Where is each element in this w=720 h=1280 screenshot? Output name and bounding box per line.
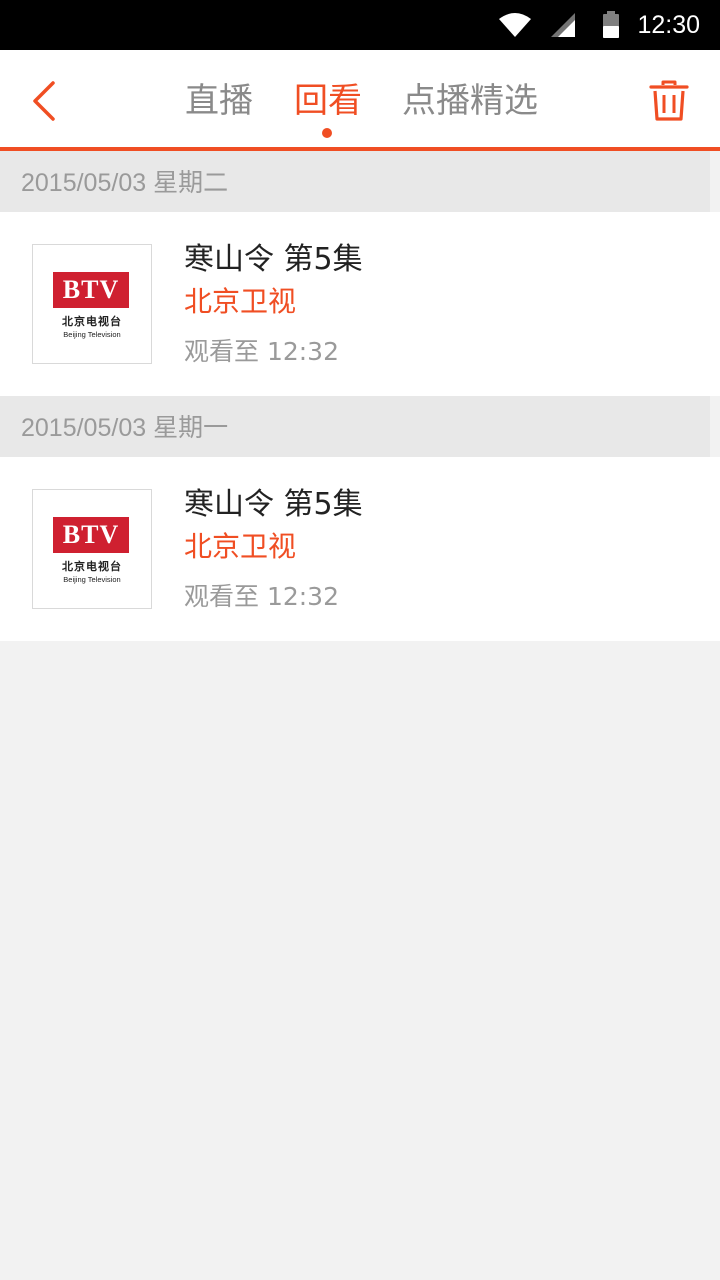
trash-icon: [649, 80, 689, 121]
cell-signal-icon: [550, 0, 576, 50]
replay-history-list: 2015/05/03 星期二 BTV 北京电视台 Beijing Televis…: [0, 151, 720, 641]
btv-logo-name-cn: 北京电视台: [62, 560, 122, 573]
btv-logo-name-en: Beijing Television: [63, 330, 121, 339]
btv-logo: BTV 北京电视台 Beijing Television: [53, 272, 131, 342]
program-title: 寒山令 第5集: [184, 242, 363, 277]
watch-progress: 观看至 12:32: [184, 337, 339, 366]
section-date: 2015/05/03: [21, 169, 147, 197]
channel-logo-thumbnail: BTV 北京电视台 Beijing Television: [32, 489, 152, 609]
btv-logo-mark: BTV: [53, 517, 129, 553]
status-clock: 12:30: [637, 11, 700, 39]
back-button[interactable]: [22, 76, 66, 126]
section-weekday: 星期一: [153, 413, 229, 442]
date-section-header: 2015/05/03 星期二: [0, 151, 710, 212]
wifi-icon: [498, 0, 532, 50]
section-date: 2015/05/03: [21, 414, 147, 442]
btv-logo-name-en: Beijing Television: [63, 575, 121, 584]
tab-live[interactable]: 直播: [185, 78, 253, 124]
btv-logo: BTV 北京电视台 Beijing Television: [53, 517, 131, 587]
channel-name: 北京卫视: [184, 285, 297, 318]
status-bar: 12:30: [0, 0, 720, 50]
watch-progress: 观看至 12:32: [184, 582, 339, 611]
tab-replay[interactable]: 回看: [294, 78, 362, 124]
battery-icon: [602, 0, 620, 50]
section-weekday: 星期二: [153, 168, 229, 197]
channel-logo-thumbnail: BTV 北京电视台 Beijing Television: [32, 244, 152, 364]
btv-logo-name-cn: 北京电视台: [62, 315, 122, 328]
app-header: 直播 回看 点播精选: [0, 50, 720, 151]
chevron-left-icon: [33, 81, 55, 121]
btv-logo-mark: BTV: [53, 272, 129, 308]
channel-name: 北京卫视: [184, 530, 297, 563]
date-section-header: 2015/05/03 星期一: [0, 396, 710, 457]
active-tab-indicator: [322, 128, 332, 138]
delete-button[interactable]: [646, 78, 692, 124]
tab-vod-picks[interactable]: 点播精选: [402, 78, 538, 124]
program-title: 寒山令 第5集: [184, 487, 363, 522]
list-item[interactable]: BTV 北京电视台 Beijing Television 寒山令 第5集 北京卫…: [0, 212, 720, 396]
list-item[interactable]: BTV 北京电视台 Beijing Television 寒山令 第5集 北京卫…: [0, 457, 720, 641]
